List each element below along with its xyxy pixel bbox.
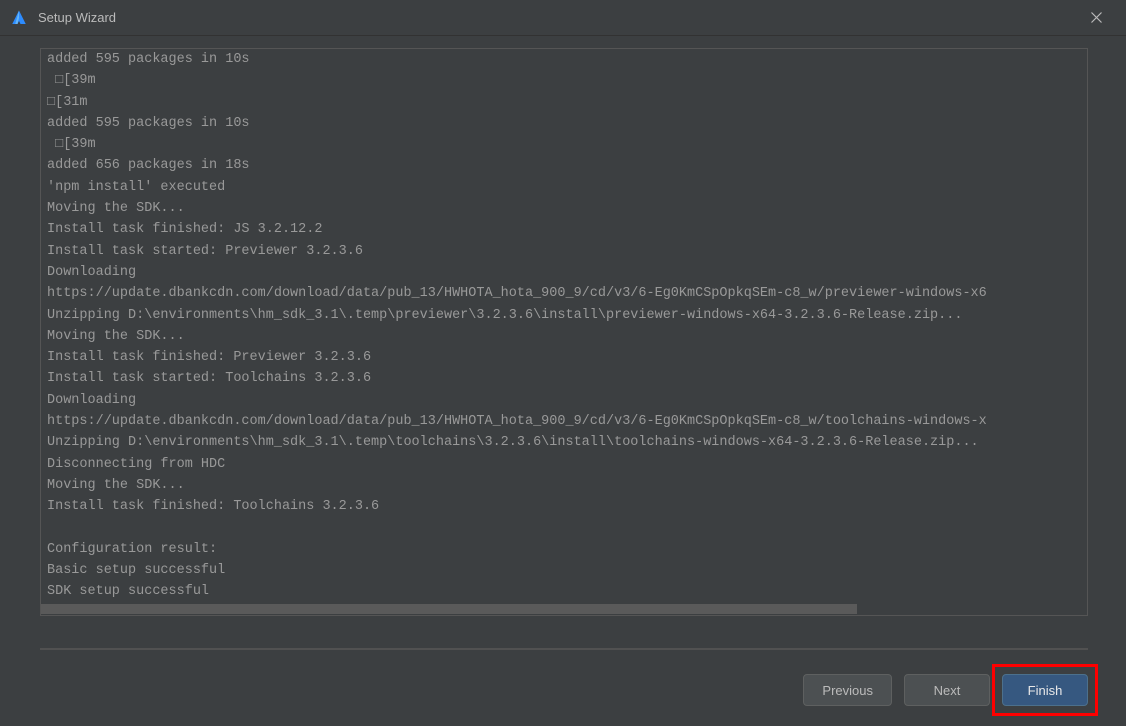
app-logo-icon	[10, 9, 28, 27]
window-title: Setup Wizard	[38, 10, 1076, 25]
titlebar: Setup Wizard	[0, 0, 1126, 36]
next-button[interactable]: Next	[904, 674, 990, 706]
finish-button[interactable]: Finish	[1002, 674, 1088, 706]
close-button[interactable]	[1076, 3, 1116, 33]
log-output: added 595 packages in 10s □[39m □[31m ad…	[41, 49, 1087, 603]
horizontal-scrollbar-thumb[interactable]	[41, 604, 857, 614]
button-bar: Previous Next Finish	[803, 674, 1088, 706]
divider	[40, 648, 1088, 650]
close-icon	[1091, 12, 1102, 23]
horizontal-scrollbar[interactable]	[41, 603, 1087, 615]
previous-button[interactable]: Previous	[803, 674, 892, 706]
log-panel: added 595 packages in 10s □[39m □[31m ad…	[40, 48, 1088, 616]
